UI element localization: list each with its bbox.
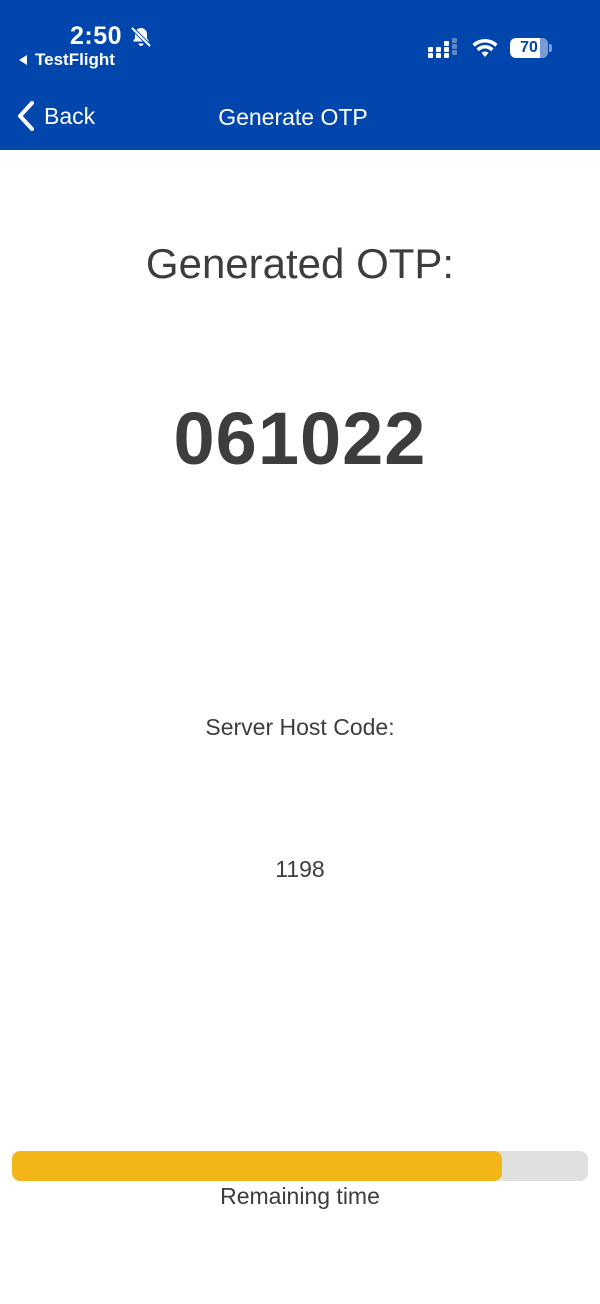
server-host-label: Server Host Code: bbox=[205, 714, 395, 740]
status-time: 2:50 bbox=[70, 22, 123, 50]
back-triangle-icon bbox=[19, 55, 27, 65]
otp-code: 061022 bbox=[173, 397, 427, 480]
remaining-time-progress bbox=[12, 1151, 588, 1181]
server-host-value: 1198 bbox=[275, 856, 325, 882]
otp-heading: Generated OTP: bbox=[145, 240, 455, 287]
wifi-icon bbox=[472, 38, 498, 57]
remaining-time-label: Remaining time bbox=[220, 1183, 380, 1209]
cellular-signal-icon bbox=[428, 38, 457, 58]
nav-title: Generate OTP bbox=[0, 104, 600, 131]
top-bar: 2:50 TestFlight 70 Back Generate OTP bbox=[0, 0, 600, 150]
battery-icon: 70 bbox=[510, 38, 548, 58]
battery-level: 70 bbox=[520, 39, 538, 56]
status-indicators: 70 bbox=[428, 38, 548, 58]
back-to-app-label: TestFlight bbox=[35, 50, 115, 69]
battery-tip bbox=[549, 44, 552, 52]
back-to-app-link[interactable]: TestFlight bbox=[19, 50, 115, 70]
nav-title-text: Generate OTP bbox=[218, 104, 368, 130]
remaining-time-progress-fill bbox=[12, 1151, 502, 1181]
bell-slash-icon bbox=[130, 26, 152, 48]
